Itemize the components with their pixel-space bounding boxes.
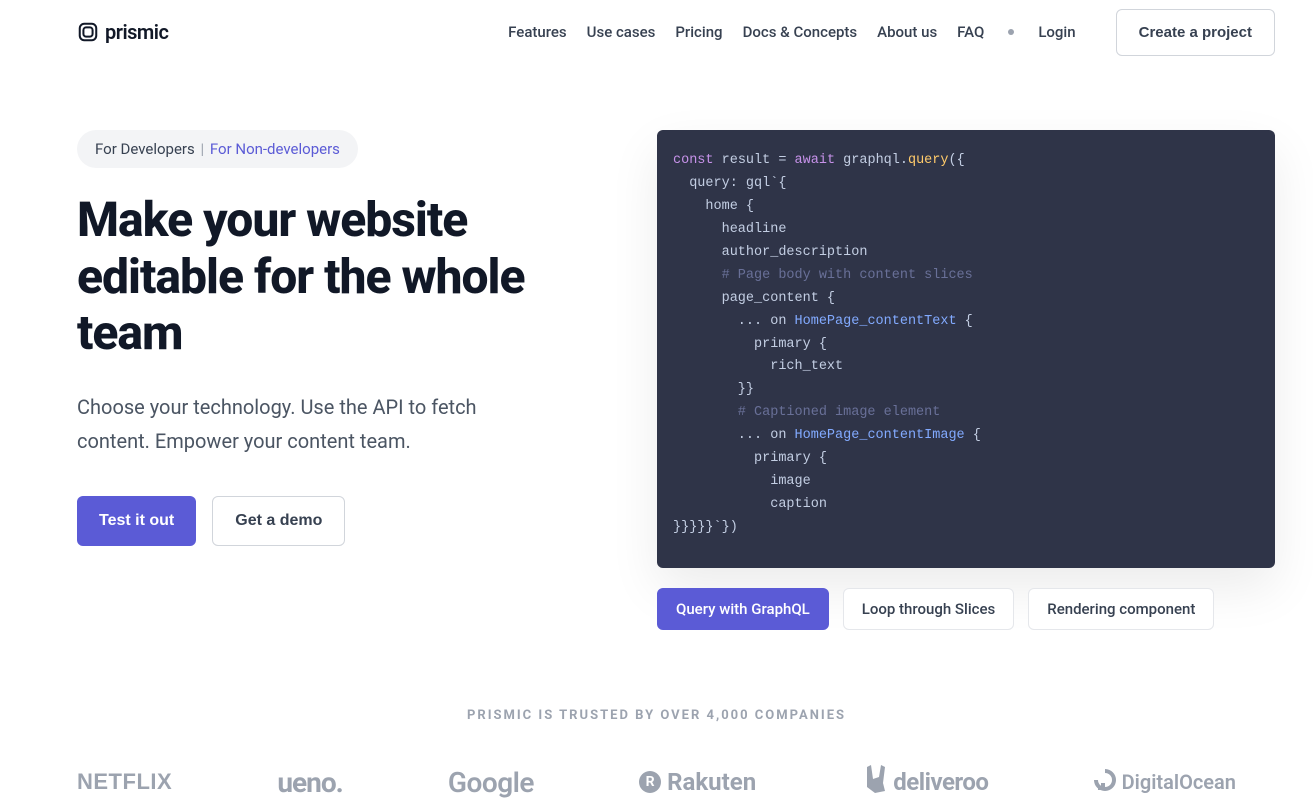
digitalocean-icon [1094,769,1116,796]
pill-developers[interactable]: For Developers [95,140,195,158]
hero-cta-row: Test it out Get a demo [77,496,597,546]
code-sample: const result = await graphql.query({ que… [657,130,1275,568]
logo-rakuten: R Rakuten [639,768,756,796]
nav-features[interactable]: Features [508,23,566,41]
site-header: prismic Features Use cases Pricing Docs … [0,0,1313,64]
hero-section: For Developers | For Non-developers Make… [0,64,1313,630]
primary-nav: Features Use cases Pricing Docs & Concep… [508,9,1275,56]
get-demo-button[interactable]: Get a demo [212,496,345,546]
nav-use-cases[interactable]: Use cases [587,23,656,41]
code-tabs: Query with GraphQL Loop through Slices R… [657,588,1275,630]
pill-separator: | [200,140,204,158]
tab-loop-slices[interactable]: Loop through Slices [843,588,1014,630]
company-logos-row: NETFLIX ueno. Google R Rakuten deliveroo [77,765,1236,799]
nav-docs[interactable]: Docs & Concepts [743,23,858,41]
test-it-out-button[interactable]: Test it out [77,496,196,546]
logo-netflix: NETFLIX [77,769,172,795]
nav-pricing[interactable]: Pricing [675,23,722,41]
nav-about[interactable]: About us [877,23,937,41]
logo-ueno: ueno. [277,766,342,799]
hero-right: const result = await graphql.query({ que… [657,130,1275,630]
nav-separator-dot-icon [1008,29,1014,35]
tab-rendering-component[interactable]: Rendering component [1028,588,1214,630]
deliveroo-kangaroo-icon [861,765,887,799]
logo-deliveroo-text: deliveroo [893,768,988,796]
create-project-button[interactable]: Create a project [1116,9,1275,56]
trust-label: PRISMIC IS TRUSTED BY OVER 4,000 COMPANI… [77,708,1236,723]
logo-mark-icon [77,21,99,43]
nav-login[interactable]: Login [1038,23,1075,41]
hero-subhead: Choose your technology. Use the API to f… [77,390,507,458]
logo-digitalocean-text: DigitalOcean [1122,770,1236,794]
logo-rakuten-text: Rakuten [667,768,756,796]
brand-logo[interactable]: prismic [77,20,168,44]
logo-digitalocean: DigitalOcean [1094,769,1236,796]
trust-section: PRISMIC IS TRUSTED BY OVER 4,000 COMPANI… [0,708,1313,799]
pill-non-developers[interactable]: For Non-developers [210,140,340,158]
tab-query-graphql[interactable]: Query with GraphQL [657,588,829,630]
nav-faq[interactable]: FAQ [957,23,984,41]
brand-name: prismic [105,20,168,44]
logo-deliveroo: deliveroo [861,765,988,799]
audience-pill: For Developers | For Non-developers [77,130,358,168]
hero-left: For Developers | For Non-developers Make… [77,130,597,630]
rakuten-r-icon: R [639,771,661,793]
logo-google: Google [448,766,534,799]
hero-headline: Make your website editable for the whole… [77,192,597,362]
